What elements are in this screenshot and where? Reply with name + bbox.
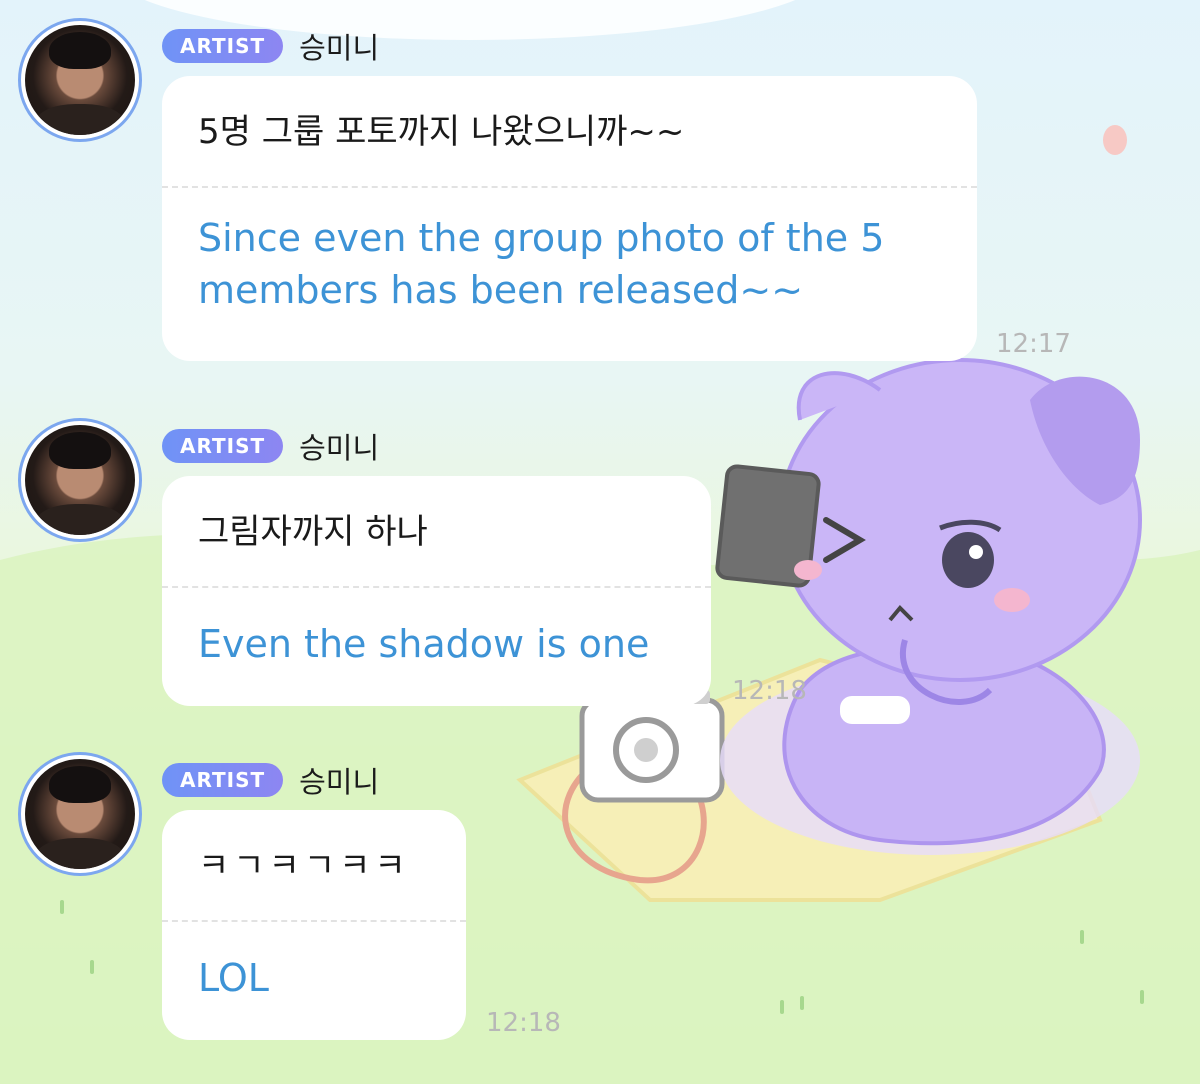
message-bubble[interactable]: ㅋㄱㅋㄱㅋㅋ LOL: [162, 810, 466, 1040]
sender-line: ARTIST 승미니: [162, 760, 379, 800]
timestamp: 12:17: [996, 329, 1071, 359]
flower-dot: [1103, 125, 1127, 155]
original-text: 5명 그룹 포토까지 나왔으니까~~: [198, 112, 685, 152]
timestamp: 12:18: [486, 1008, 561, 1038]
artist-badge: ARTIST: [162, 763, 284, 797]
original-text: ㅋㄱㅋㄱㅋㅋ: [198, 846, 410, 886]
sender-name[interactable]: 승미니: [299, 759, 379, 801]
artist-badge: ARTIST: [162, 429, 284, 463]
message-bubble[interactable]: 그림자까지 하나 Even the shadow is one: [162, 476, 711, 706]
avatar[interactable]: [18, 752, 142, 876]
camera-icon: [579, 690, 725, 803]
sender-line: ARTIST 승미니: [162, 426, 379, 466]
translation-text: Even the shadow is one: [198, 622, 650, 666]
avatar[interactable]: [18, 18, 142, 142]
message-bubble[interactable]: 5명 그룹 포토까지 나왔으니까~~ Since even the group …: [162, 76, 977, 361]
artist-badge: ARTIST: [162, 29, 284, 63]
sender-name[interactable]: 승미니: [299, 25, 379, 67]
sender-name[interactable]: 승미니: [299, 425, 379, 467]
original-text: 그림자까지 하나: [198, 512, 428, 552]
timestamp: 12:18: [732, 676, 807, 706]
avatar[interactable]: [18, 418, 142, 542]
translation-text: LOL: [198, 956, 269, 1000]
sender-line: ARTIST 승미니: [162, 26, 379, 66]
translation-text: Since even the group photo of the 5 memb…: [198, 216, 885, 312]
